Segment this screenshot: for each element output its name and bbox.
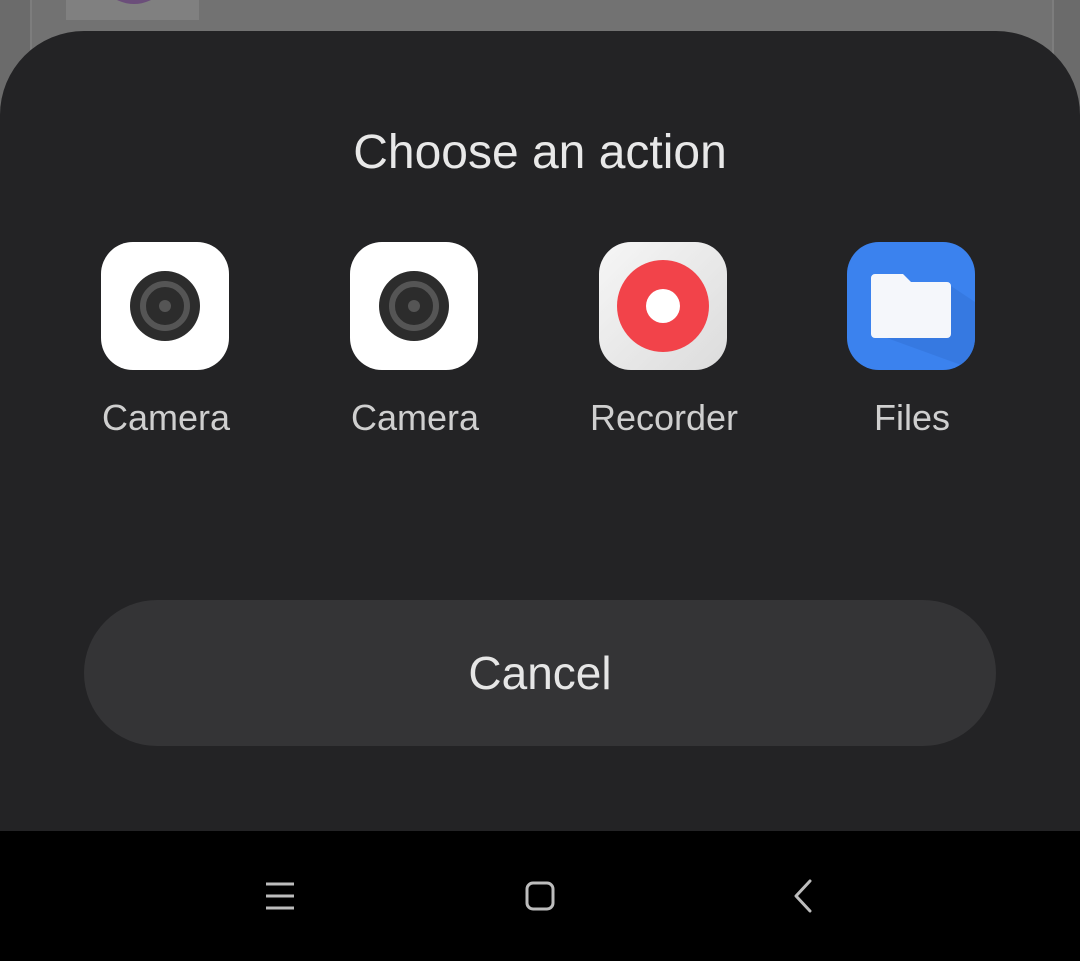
app-option-camera[interactable]: Camera [56,242,276,462]
recorder-icon [599,242,727,370]
app-label: Camera [101,397,231,438]
screen: Choose an action Camera Camera Recorder … [0,0,1080,961]
sheet-title: Choose an action [353,126,727,179]
app-option-recorder[interactable]: Recorder [554,242,774,462]
app-option-camera-2[interactable]: Camera [305,242,525,462]
app-label: Camera [350,397,480,438]
navigation-bar [0,831,1080,961]
cancel-button[interactable]: Cancel [84,600,996,746]
menu-icon[interactable] [250,871,310,921]
app-option-files[interactable]: Files [802,242,1022,462]
home-icon[interactable] [510,871,570,921]
camera-icon [101,242,229,370]
back-icon[interactable] [772,871,832,921]
camera-icon [350,242,478,370]
action-chooser-sheet: Choose an action Camera Camera Recorder … [0,31,1080,831]
files-icon [847,242,975,370]
background-thumbnail-image [94,0,174,4]
app-label: Files [873,397,950,438]
app-label: Recorder [589,397,739,438]
background-thumbnail [66,0,199,20]
